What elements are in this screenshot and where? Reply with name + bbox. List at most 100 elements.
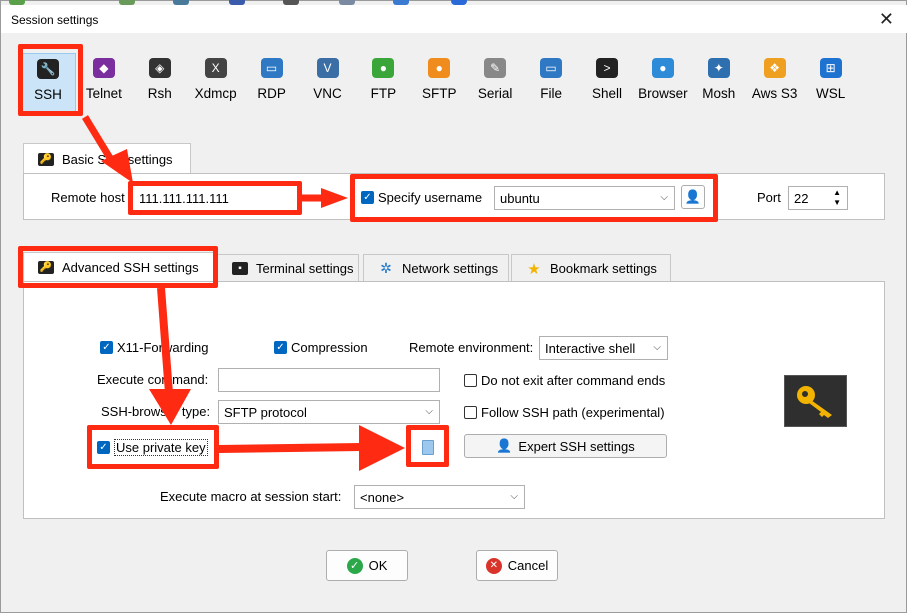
remote-host-label: Remote host [51,190,125,205]
follow-ssh-path-checkbox[interactable]: Follow SSH path (experimental) [464,405,665,420]
tab-bookmark-settings[interactable]: ★ Bookmark settings [511,254,671,282]
protocol-wsl-button[interactable]: ⊞ WSL [803,53,859,113]
annotation-highlight-advanced-tab [18,246,218,288]
key-icon: 🔑 [38,152,54,166]
port-label: Port [757,190,781,205]
protocol-serial-button[interactable]: ✎ Serial [467,53,523,113]
compression-checkbox[interactable]: ✓ Compression [274,340,368,355]
protocol-rdp-button[interactable]: ▭ RDP [244,53,300,113]
mosh-satellite-icon: ✦ [707,58,730,78]
port-value: 22 [794,190,809,206]
protocol-label: Xdmcp [194,86,237,101]
protocol-sftp-button[interactable]: ● SFTP [411,53,467,113]
execute-macro-select[interactable]: <none> ⌵ [354,485,525,509]
chevron-down-icon: ⌵ [510,490,518,502]
protocol-shell-button[interactable]: > Shell [579,53,635,113]
xdmcp-x-icon: X [204,58,227,78]
protocol-browser-button[interactable]: ● Browser [635,53,691,113]
protocol-label: File [540,86,562,101]
expert-ssh-settings-label: Expert SSH settings [518,438,635,454]
annotation-highlight-private-key [87,425,219,469]
check-circle-icon: ✓ [346,557,363,574]
protocol-label: Shell [591,86,623,101]
protocol-file-button[interactable]: ▭ File [523,53,579,113]
compression-label: Compression [291,340,368,355]
ssh-browser-type-label: SSH-browser type: [101,404,211,419]
network-icon: ✲ [380,260,392,276]
protocol-ftp-button[interactable]: ● FTP [355,53,411,113]
protocol-xdmcp-button[interactable]: X Xdmcp [188,53,244,113]
remote-environment-value: Interactive shell [545,340,636,356]
ok-button[interactable]: ✓ OK [326,550,408,581]
ftp-globe-icon: ● [372,58,395,78]
windows-logo-icon: ⊞ [819,58,842,78]
protocol-label: Rsh [147,86,172,101]
execute-macro-value: <none> [360,489,405,505]
protocol-label: WSL [815,86,846,101]
tab-network-settings[interactable]: ✲ Network settings [363,254,509,282]
window-title: Session settings [11,13,99,27]
x11-forwarding-label: X11-Forwarding [117,340,209,355]
browser-globe-icon: ● [651,58,674,78]
spin-arrows-icon[interactable]: ▲ ▼ [833,188,841,208]
key-icon [796,386,832,418]
cancel-label: Cancel [507,558,549,573]
private-key-path-input[interactable] [218,434,408,458]
ssh-key-large-icon [784,375,847,427]
tab-terminal-settings[interactable]: ▪ Terminal settings [217,254,359,282]
execute-command-input[interactable] [218,368,440,392]
ssh-browser-type-value: SFTP protocol [224,404,307,420]
checkbox-check-icon: ✓ [100,341,113,354]
annotation-highlight-remote-host [128,181,302,215]
tab-label: Bookmark settings [550,261,657,276]
remote-environment-label: Remote environment: [409,340,534,355]
tab-label: Network settings [402,261,499,276]
ok-label: OK [368,558,388,573]
file-monitor-icon: ▭ [540,58,563,78]
annotation-highlight-ssh [18,44,83,116]
vnc-icon: V [316,58,339,78]
do-not-exit-checkbox[interactable]: Do not exit after command ends [464,373,665,388]
execute-command-label: Execute command: [97,372,209,387]
user-gear-icon: 👤 [496,438,513,453]
tab-basic-ssh-settings[interactable]: 🔑 Basic SSH settings [23,143,191,174]
remote-environment-select[interactable]: Interactive shell ⌵ [539,336,668,360]
x11-forwarding-checkbox[interactable]: ✓ X11-Forwarding [100,340,209,355]
terminal-icon: ▪ [232,262,248,275]
chevron-down-icon: ⌵ [653,341,661,353]
protocol-label: Telnet [85,86,122,101]
advanced-settings-panel [23,281,885,519]
annotation-highlight-browse-key [406,425,449,467]
checkbox-empty-icon [464,374,477,387]
protocol-label: Serial [477,86,513,101]
tab-label: Terminal settings [256,261,354,276]
protocol-label: RDP [257,86,286,101]
protocol-telnet-button[interactable]: ◆ Telnet [76,53,132,113]
rdp-monitor-icon: ▭ [260,58,283,78]
title-bar: Session settings ✕ [1,5,907,33]
protocol-vnc-button[interactable]: V VNC [300,53,356,113]
serial-plug-icon: ✎ [484,58,507,78]
protocol-rsh-button[interactable]: ◈ Rsh [132,53,188,113]
ssh-browser-type-select[interactable]: SFTP protocol ⌵ [218,400,440,424]
cancel-circle-icon: ✕ [485,557,502,574]
chevron-down-icon: ⌵ [425,405,433,417]
protocol-label: Aws S3 [751,86,798,101]
expert-ssh-settings-button[interactable]: 👤 Expert SSH settings [464,434,667,458]
telnet-gem-icon: ◆ [92,58,115,78]
rsh-icon: ◈ [148,58,171,78]
protocol-mosh-button[interactable]: ✦ Mosh [691,53,747,113]
close-icon[interactable]: ✕ [879,9,894,30]
port-spinner[interactable]: 22 ▲ ▼ [788,186,848,210]
do-not-exit-label: Do not exit after command ends [481,373,666,388]
protocol-label: FTP [370,86,397,101]
protocol-label: Mosh [702,86,736,101]
protocol-label: Browser [638,86,688,101]
shell-terminal-icon: > [596,58,618,78]
sftp-globe-icon: ● [428,58,451,78]
protocol-label: SFTP [422,86,457,101]
follow-ssh-path-label: Follow SSH path (experimental) [481,405,665,420]
cancel-button[interactable]: ✕ Cancel [476,550,558,581]
protocol-aws-s3-button[interactable]: ❖ Aws S3 [747,53,803,113]
tab-label: Basic SSH settings [62,151,173,167]
